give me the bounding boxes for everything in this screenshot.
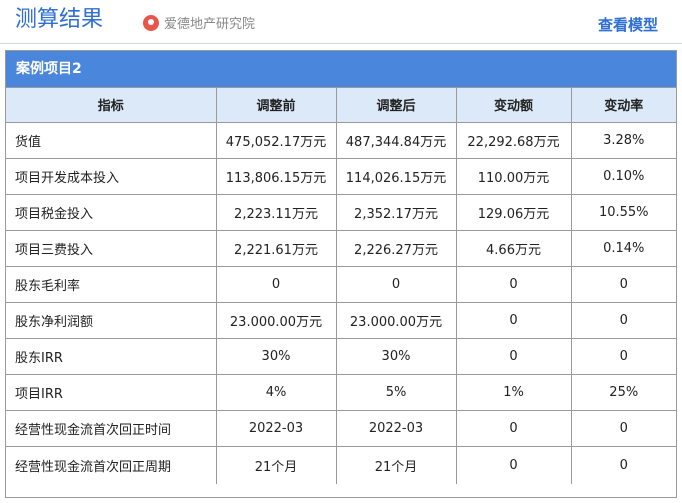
table-body: 货值 475,052.17万元 487,344.84万元 22,292.68万元 3.2… — [6, 121, 676, 484]
table-header-row: 指标 调整前 调整后 变动额 变动率 — [6, 88, 676, 123]
row-indicator-cell: 股东毛利率 — [6, 265, 217, 303]
table-row: 经营性现金流首次回正周期 21个月 21个月 0 0 — [6, 445, 676, 484]
page-title: 测算结果 — [15, 7, 104, 32]
before-value-cell: 21个月 — [215, 445, 337, 484]
change-amount-cell: 4.66万元 — [455, 229, 572, 267]
after-value-cell: 2022-03 — [335, 409, 457, 447]
brand-logo-icon — [143, 14, 159, 31]
after-value-cell: 0 — [335, 265, 457, 303]
change-rate-cell: 0 — [570, 409, 676, 447]
before-value-cell: 475,052.17万元 — [215, 121, 337, 159]
change-rate-cell: 0 — [570, 301, 676, 339]
table-row: 项目税金投入 2,223.11万元 2,352.17万元 129.06万元 10.55% — [6, 193, 676, 231]
row-indicator-cell: 股东IRR — [6, 337, 217, 375]
before-value-cell: 0 — [215, 265, 337, 303]
table-row: 项目开发成本投入 113,806.15万元 114,026.15万元 110.00万元… — [6, 157, 676, 195]
change-rate-cell: 0 — [570, 337, 676, 375]
before-value-cell: 113,806.15万元 — [215, 157, 337, 195]
change-rate-cell: 25% — [570, 373, 676, 411]
after-value-cell: 30% — [335, 337, 457, 375]
table-row: 项目IRR 4% 5% 1% 25% — [6, 373, 676, 411]
result-table: 指标 调整前 调整后 变动额 变动率 货值 475,052.17万元 487,344… — [6, 88, 676, 484]
change-rate-cell: 0.14% — [570, 229, 676, 267]
table-row: 项目三费投入 2,221.61万元 2,226.27万元 4.66万元 0.14% — [6, 229, 676, 267]
before-value-cell: 23.000.00万元 — [215, 301, 337, 339]
brand: 爱德地产研究院 — [143, 13, 255, 32]
row-indicator-cell: 股东净利润额 — [6, 301, 217, 339]
table-row: 股东净利润额 23.000.00万元 23.000.00万元 0 0 — [6, 301, 676, 339]
row-indicator-cell: 经营性现金流首次回正时间 — [6, 409, 217, 447]
after-value-cell: 2,352.17万元 — [335, 193, 457, 231]
column-header-indicator: 指标 — [6, 88, 217, 123]
before-value-cell: 30% — [215, 337, 337, 375]
after-value-cell: 487,344.84万元 — [335, 121, 457, 159]
change-amount-cell: 0 — [455, 409, 572, 447]
change-rate-cell: 10.55% — [570, 193, 676, 231]
change-rate-cell: 3.28% — [570, 121, 676, 159]
row-indicator-cell: 货值 — [6, 121, 217, 159]
change-amount-cell: 0 — [455, 301, 572, 339]
table-row: 股东毛利率 0 0 0 0 — [6, 265, 676, 303]
change-amount-cell: 0 — [455, 337, 572, 375]
view-model-link[interactable]: 查看模型 — [598, 14, 658, 35]
before-value-cell: 2,221.61万元 — [215, 229, 337, 267]
row-indicator-cell: 经营性现金流首次回正周期 — [6, 445, 217, 484]
panel-title: 案例项目2 — [6, 51, 676, 88]
brand-name: 爱德地产研究院 — [164, 17, 256, 32]
after-value-cell: 114,026.15万元 — [335, 157, 457, 195]
change-amount-cell: 0 — [455, 445, 572, 484]
header: 测算结果 爱德地产研究院 查看模型 — [0, 0, 682, 44]
row-indicator-cell: 项目税金投入 — [6, 193, 217, 231]
after-value-cell: 5% — [335, 373, 457, 411]
row-indicator-cell: 项目三费投入 — [6, 229, 217, 267]
change-rate-cell: 0 — [570, 265, 676, 303]
after-value-cell: 23.000.00万元 — [335, 301, 457, 339]
change-amount-cell: 22,292.68万元 — [455, 121, 572, 159]
table-row: 经营性现金流首次回正时间 2022-03 2022-03 0 0 — [6, 409, 676, 447]
table-row: 股东IRR 30% 30% 0 0 — [6, 337, 676, 375]
change-amount-cell: 129.06万元 — [455, 193, 572, 231]
column-header-change-rate: 变动率 — [570, 88, 676, 123]
row-indicator-cell: 项目开发成本投入 — [6, 157, 217, 195]
after-value-cell: 21个月 — [335, 445, 457, 484]
before-value-cell: 4% — [215, 373, 337, 411]
column-header-change-amount: 变动额 — [455, 88, 572, 123]
before-value-cell: 2022-03 — [215, 409, 337, 447]
after-value-cell: 2,226.27万元 — [335, 229, 457, 267]
column-header-after: 调整后 — [335, 88, 457, 123]
change-amount-cell: 1% — [455, 373, 572, 411]
change-rate-cell: 0 — [570, 445, 676, 484]
row-indicator-cell: 项目IRR — [6, 373, 217, 411]
change-amount-cell: 110.00万元 — [455, 157, 572, 195]
change-rate-cell: 0.10% — [570, 157, 676, 195]
change-amount-cell: 0 — [455, 265, 572, 303]
before-value-cell: 2,223.11万元 — [215, 193, 337, 231]
column-header-before: 调整前 — [215, 88, 337, 123]
result-panel: 案例项目2 指标 调整前 调整后 变动额 变动率 货值 475,052.17万元 4… — [5, 50, 677, 498]
table-row: 货值 475,052.17万元 487,344.84万元 22,292.68万元 3.2… — [6, 121, 676, 159]
